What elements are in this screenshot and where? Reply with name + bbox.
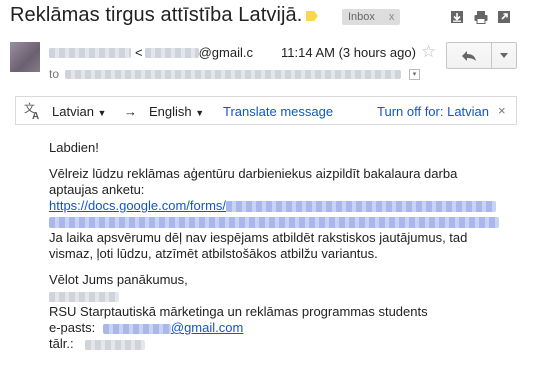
new-window-icon[interactable] [497, 10, 511, 24]
sender-avatar[interactable] [10, 42, 40, 72]
sender-email-domain: @gmail.c [198, 45, 253, 60]
star-icon[interactable]: ☆ [421, 42, 436, 62]
form-link-redacted-2[interactable] [49, 217, 499, 229]
sender-email-user-redacted [144, 47, 199, 58]
body-line-4: vismaz, ļoti lūdzu, atzīmēt atbilstošāko… [49, 246, 378, 261]
more-actions-button[interactable] [491, 42, 517, 69]
signature-name-redacted [49, 291, 119, 302]
close-icon[interactable]: × [498, 103, 506, 118]
body-line-2: aptaujas anketu: [49, 182, 145, 197]
label-tag-icon[interactable] [306, 11, 318, 21]
chevron-down-icon: ▼ [97, 108, 107, 118]
signature-phone: tālr.: [49, 336, 146, 352]
print-icon[interactable] [474, 10, 488, 24]
phone-label: tālr.: [49, 336, 74, 351]
translate-bar: 文 A Latvian ▼ → English ▼ Translate mess… [15, 96, 517, 125]
turn-off-translation-link[interactable]: Turn off for: Latvian [377, 104, 489, 119]
source-language-label: Latvian [52, 104, 94, 119]
reply-icon [462, 50, 476, 61]
chevron-down-icon: ▼ [195, 108, 205, 118]
signature-email: e-pasts: @gmail.com [49, 320, 243, 336]
body-line-3: Ja laika apsvērumu dēļ nav iespējams atb… [49, 230, 468, 245]
source-language-select[interactable]: Latvian ▼ [52, 104, 106, 119]
download-icon[interactable] [450, 10, 464, 24]
target-language-select[interactable]: English ▼ [149, 104, 204, 119]
sender-name-redacted [49, 47, 131, 58]
message-time: 11:14 AM (3 hours ago) [281, 45, 416, 60]
recipients-redacted [65, 69, 402, 79]
email-link[interactable]: @gmail.com [171, 320, 243, 335]
inbox-label-badge: Inbox x [342, 9, 401, 25]
chevron-down-icon [500, 53, 508, 58]
arrow-right-icon: → [124, 104, 137, 119]
phone-redacted [85, 339, 146, 350]
reply-button[interactable] [446, 42, 492, 69]
to-label: to [49, 67, 60, 81]
email-user-redacted[interactable] [102, 323, 171, 334]
sender-email-bracket: < [135, 45, 143, 60]
recipients-line: to ▾ [49, 67, 421, 81]
email-subject: Reklāmas tirgus attīstība Latvijā. [10, 4, 303, 26]
form-link-redacted[interactable] [226, 201, 497, 213]
signature-name [49, 288, 119, 304]
email-label: e-pasts: [49, 320, 96, 335]
svg-text:A: A [32, 111, 39, 120]
target-language-label: English [149, 104, 192, 119]
form-link-text[interactable]: https://docs.google.com/forms/ [49, 198, 226, 213]
recipients-dropdown-icon[interactable]: ▾ [409, 68, 421, 80]
form-link[interactable]: https://docs.google.com/forms/ [49, 198, 497, 214]
translate-message-link[interactable]: Translate message [223, 104, 333, 119]
translate-icon: 文 A [24, 102, 39, 120]
closing-line: Vēlot Jums panākumus, [49, 272, 188, 287]
form-link-continued[interactable] [49, 214, 499, 230]
signature-title: RSU Starptautiskā mārketinga un reklāmas… [49, 304, 428, 319]
sender-line[interactable]: < @gmail.c [49, 45, 253, 60]
body-line-1: Vēlreiz lūdzu reklāmas aģentūru darbieni… [49, 166, 458, 181]
greeting: Labdien! [49, 140, 99, 155]
inbox-label-text: Inbox [348, 11, 375, 23]
remove-label-button[interactable]: x [389, 9, 395, 25]
